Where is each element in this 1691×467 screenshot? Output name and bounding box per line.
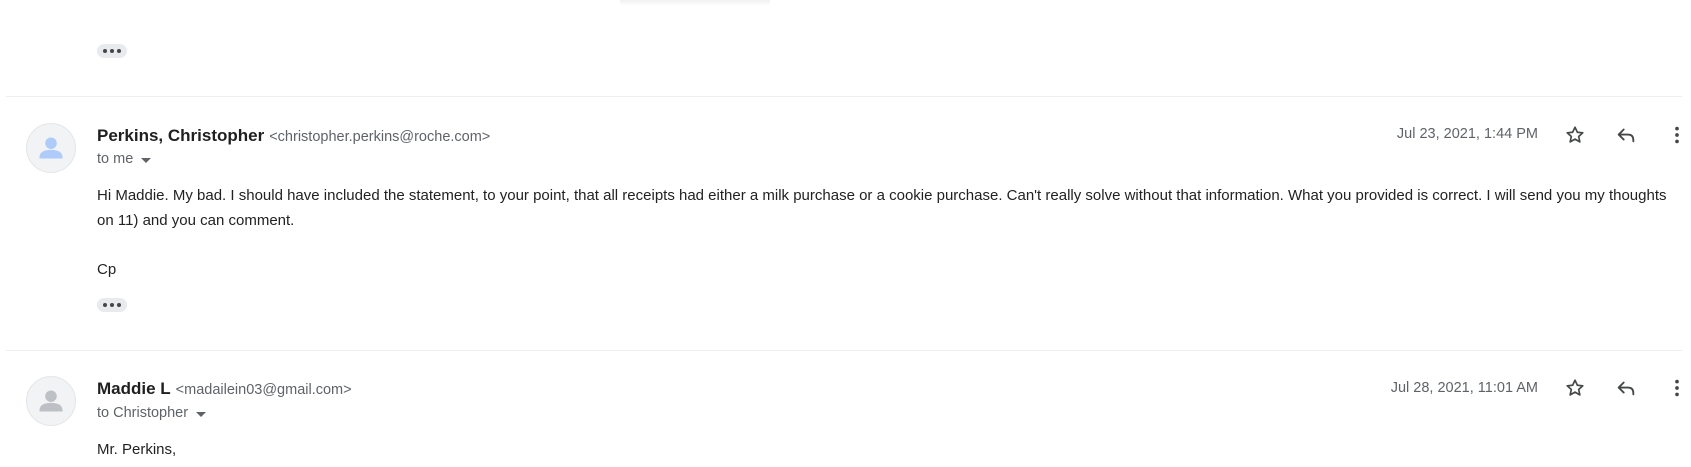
person-icon [39,137,63,159]
message-date: Jul 28, 2021, 11:01 AM [1390,380,1538,396]
recipient-label: to me [97,151,134,167]
reply-button[interactable] [1612,121,1640,149]
star-button[interactable] [1561,374,1589,402]
recipient-details-toggle[interactable]: to Christopher [97,405,207,421]
reply-button[interactable] [1612,374,1640,402]
message-divider [6,96,1682,97]
sender-name[interactable]: Maddie L [97,379,171,399]
chevron-down-icon [141,157,152,163]
scroll-shadow [620,0,770,6]
reply-icon [1617,381,1635,396]
recipient-label: to Christopher [97,405,189,421]
sender-line: Maddie L <madailein03@gmail.com> [97,379,352,399]
body-paragraph: Hi Maddie. My bad. I should have include… [97,187,1667,229]
avatar[interactable] [26,123,76,173]
more-vert-icon [1675,379,1679,397]
ellipsis-icon [103,49,107,53]
star-button[interactable] [1561,121,1589,149]
show-trimmed-content-button[interactable] [97,44,127,58]
more-options-button[interactable] [1663,121,1691,149]
body-greeting: Mr. Perkins, [97,441,177,458]
message-date: Jul 23, 2021, 1:44 PM [1396,126,1538,142]
avatar[interactable] [26,376,76,426]
person-icon [39,390,63,412]
star-icon [1566,379,1584,396]
sender-email: <christopher.perkins@roche.com> [269,129,491,145]
body-signature: Cp [97,261,117,278]
star-icon [1566,126,1584,143]
show-trimmed-content-button[interactable] [97,298,127,312]
sender-name[interactable]: Perkins, Christopher [97,126,264,146]
reply-icon [1617,128,1635,143]
recipient-details-toggle[interactable]: to me [97,151,152,167]
more-vert-icon [1675,126,1679,144]
sender-email: <madailein03@gmail.com> [175,382,352,398]
message-divider [6,350,1682,351]
chevron-down-icon [196,411,207,417]
more-options-button[interactable] [1663,374,1691,402]
message-body: Mr. Perkins, [97,437,1681,462]
message-body: Hi Maddie. My bad. I should have include… [97,183,1681,282]
ellipsis-icon [103,303,107,307]
sender-line: Perkins, Christopher <christopher.perkin… [97,126,490,146]
